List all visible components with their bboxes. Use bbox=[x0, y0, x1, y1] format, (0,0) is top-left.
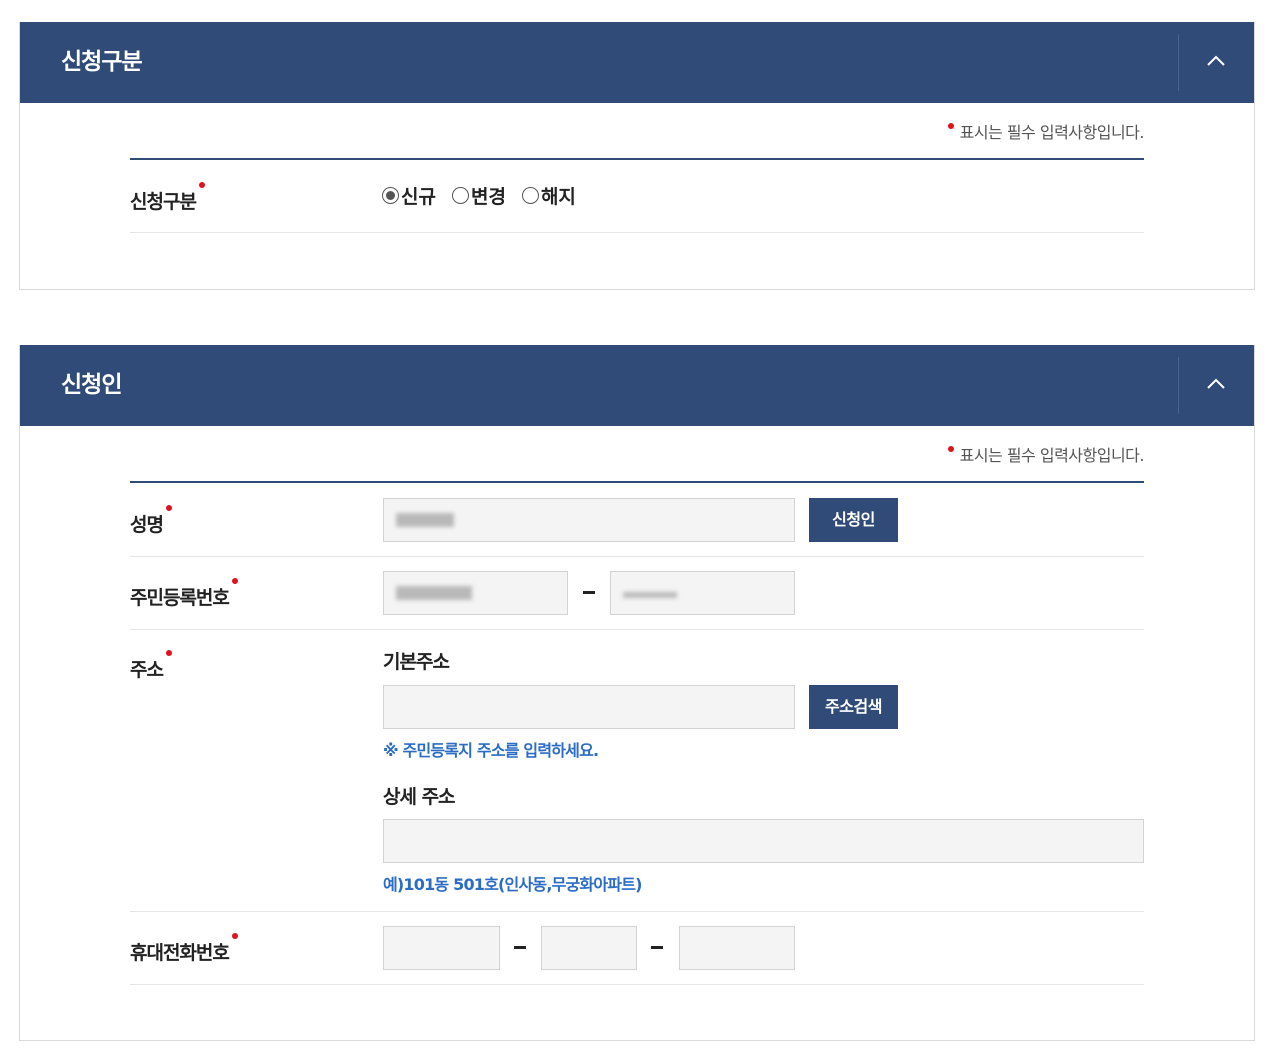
form-table: 성명 신청인 주민등록번호 주소 기본주소 주소검색 ※ 주민등록지 주소를 입… bbox=[130, 481, 1144, 985]
field-label: 신청구분 bbox=[130, 182, 205, 214]
form-row-phone: 휴대전화번호 bbox=[130, 912, 1144, 985]
collapse-button[interactable] bbox=[1178, 34, 1254, 91]
application-type-radio-group: 신규 변경 해지 bbox=[382, 182, 576, 209]
form-row-name: 성명 신청인 bbox=[130, 483, 1144, 557]
rrn-back-input[interactable] bbox=[610, 571, 795, 615]
required-note: 표시는 필수 입력사항입니다. bbox=[947, 119, 1145, 143]
required-dot bbox=[165, 650, 172, 656]
chevron-up-icon bbox=[1207, 55, 1225, 66]
radio-circle[interactable] bbox=[451, 187, 469, 204]
blurred-value bbox=[396, 513, 454, 527]
field-label: 주소 bbox=[130, 650, 172, 682]
name-input[interactable] bbox=[383, 498, 795, 542]
required-dot bbox=[231, 578, 238, 584]
blurred-value bbox=[396, 586, 472, 600]
required-dot bbox=[165, 505, 172, 511]
radio-cancel[interactable]: 해지 bbox=[521, 182, 576, 209]
field-label: 휴대전화번호 bbox=[130, 933, 238, 965]
form-row-application-type: 신청구분 신규 변경 해지 bbox=[130, 160, 1144, 233]
basic-address-input[interactable] bbox=[383, 685, 795, 729]
panel-header: 신청인 bbox=[20, 345, 1254, 426]
radio-change[interactable]: 변경 bbox=[451, 182, 506, 209]
panel-title: 신청인 bbox=[61, 372, 122, 398]
radio-circle[interactable] bbox=[382, 187, 399, 204]
phone-part2-input[interactable] bbox=[541, 926, 637, 970]
applicant-button[interactable]: 신청인 bbox=[809, 498, 898, 542]
collapse-button[interactable] bbox=[1178, 357, 1254, 414]
address-hint: ※ 주민등록지 주소를 입력하세요. bbox=[383, 741, 599, 760]
panel-header: 신청구분 bbox=[20, 22, 1254, 103]
form-row-rrn: 주민등록번호 bbox=[130, 557, 1144, 630]
blurred-value bbox=[623, 592, 677, 598]
required-dot bbox=[947, 446, 954, 452]
dash-separator bbox=[583, 591, 595, 594]
rrn-front-input[interactable] bbox=[383, 571, 568, 615]
address-search-button[interactable]: 주소검색 bbox=[809, 685, 898, 729]
required-note: 표시는 필수 입력사항입니다. bbox=[947, 442, 1145, 466]
radio-new[interactable]: 신규 bbox=[382, 182, 436, 209]
panel-title: 신청구분 bbox=[61, 49, 143, 75]
field-label: 성명 bbox=[130, 505, 172, 537]
required-dot bbox=[947, 123, 954, 129]
phone-part3-input[interactable] bbox=[679, 926, 795, 970]
required-dot bbox=[198, 182, 205, 188]
basic-address-label: 기본주소 bbox=[383, 651, 450, 673]
phone-part1-input[interactable] bbox=[383, 926, 500, 970]
detail-address-hint: 예)101동 501호(인사동,무궁화아파트) bbox=[383, 875, 642, 894]
dash-separator bbox=[651, 946, 663, 949]
form-table: 신청구분 신규 변경 해지 bbox=[130, 158, 1144, 233]
application-type-panel: 신청구분 표시는 필수 입력사항입니다. 신청구분 신규 변경 해지 bbox=[19, 22, 1255, 290]
field-label: 주민등록번호 bbox=[130, 578, 238, 610]
radio-circle[interactable] bbox=[521, 187, 539, 204]
form-row-address: 주소 기본주소 주소검색 ※ 주민등록지 주소를 입력하세요. 상세 주소 예)… bbox=[130, 630, 1144, 912]
chevron-up-icon bbox=[1207, 378, 1225, 389]
detail-address-label: 상세 주소 bbox=[383, 786, 456, 808]
applicant-panel: 신청인 표시는 필수 입력사항입니다. 성명 신청인 주민등록번호 주소 기본주… bbox=[19, 345, 1255, 1041]
dash-separator bbox=[514, 946, 526, 949]
required-dot bbox=[231, 933, 238, 939]
detail-address-input[interactable] bbox=[383, 819, 1144, 863]
